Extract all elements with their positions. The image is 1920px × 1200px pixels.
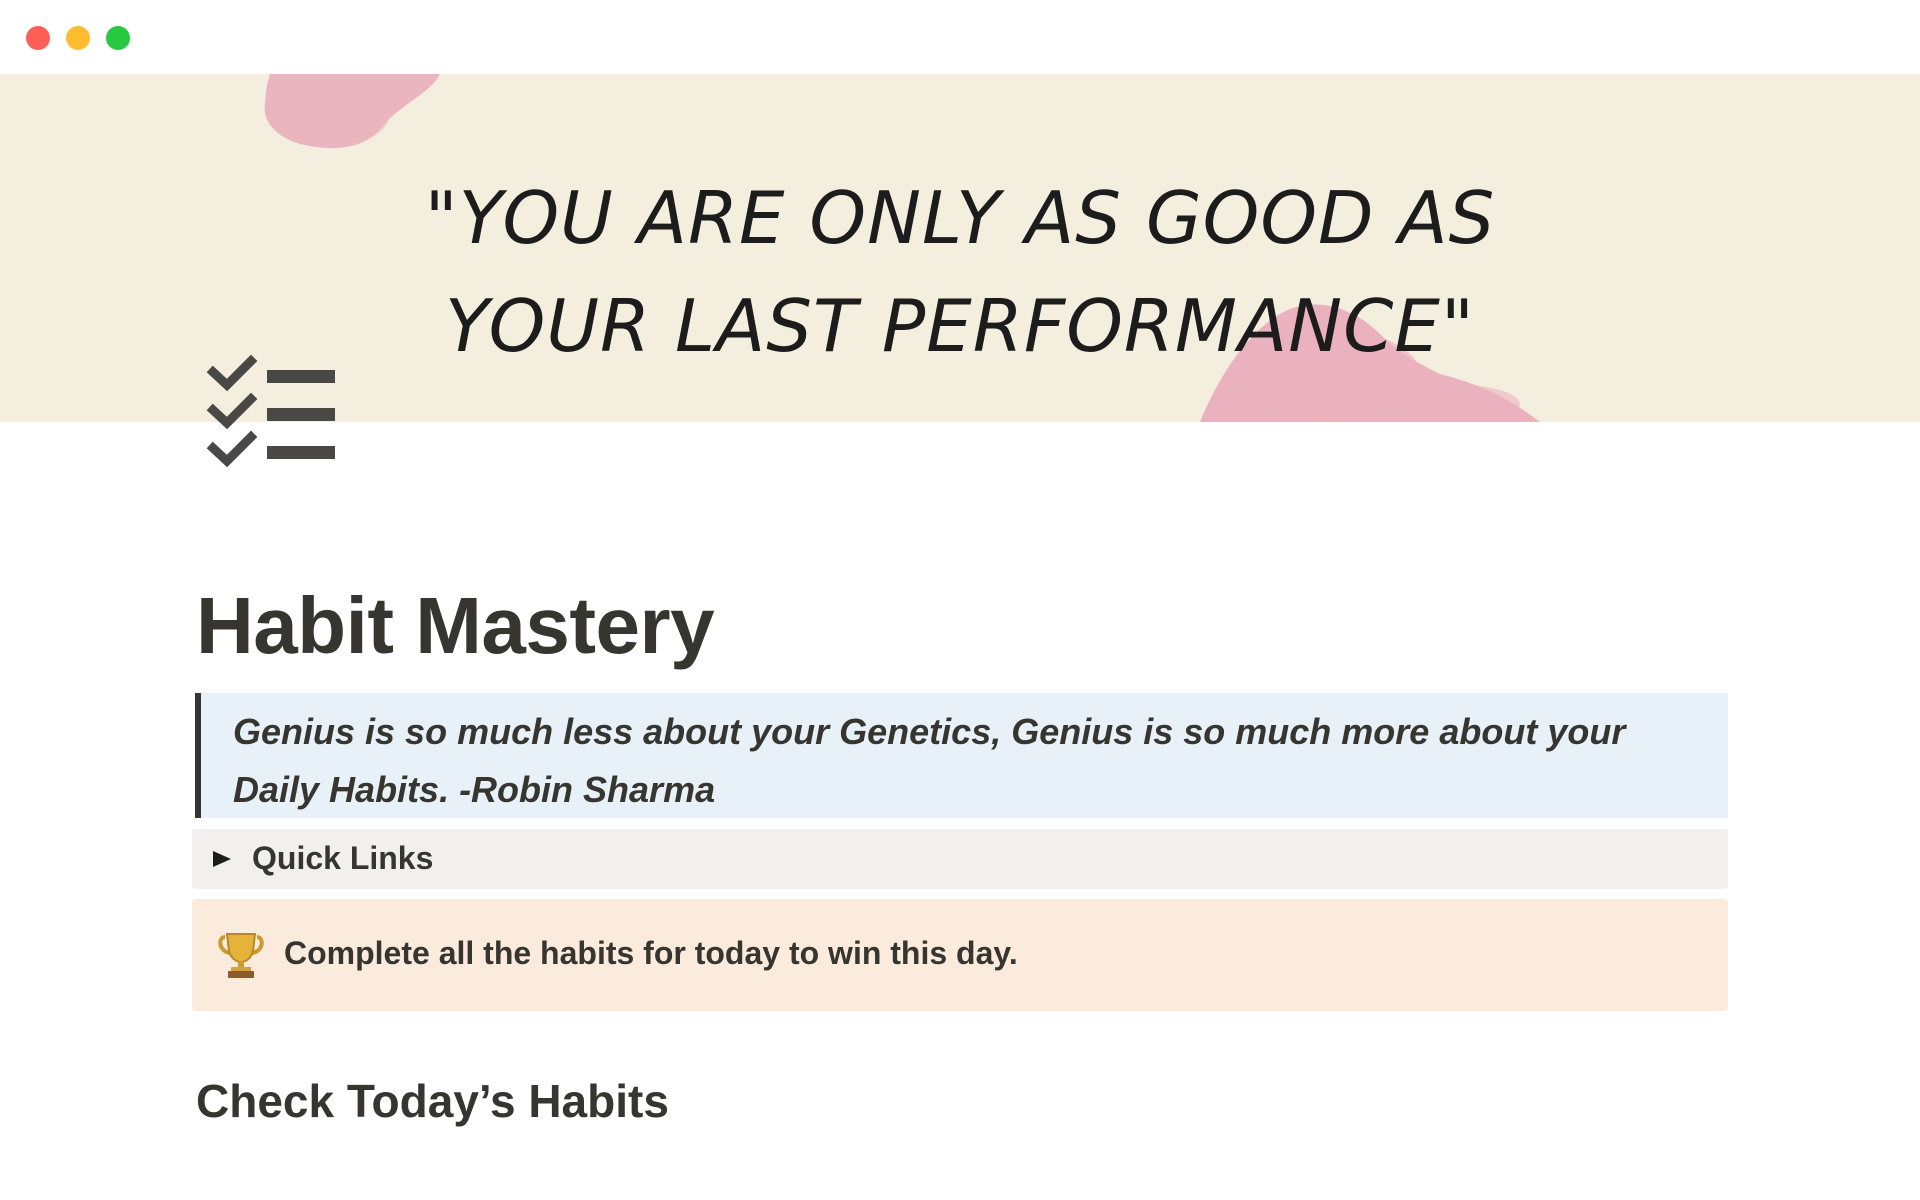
quick-links-toggle[interactable]: Quick Links — [192, 829, 1728, 889]
quote-text: Genius is so much less about your Geneti… — [233, 711, 1626, 810]
quote-block[interactable]: Genius is so much less about your Geneti… — [195, 693, 1728, 818]
section-heading[interactable]: Check Today’s Habits — [196, 1074, 669, 1128]
minimize-window-button[interactable] — [66, 26, 90, 50]
close-window-button[interactable] — [26, 26, 50, 50]
trophy-icon — [218, 933, 264, 978]
page-title[interactable]: Habit Mastery — [196, 580, 715, 672]
callout-block[interactable]: Complete all the habits for today to win… — [192, 899, 1728, 1011]
checklist-icon[interactable] — [205, 352, 339, 474]
cover-quote: "YOU ARE ONLY AS GOOD AS YOUR LAST PERFO… — [0, 164, 1920, 380]
callout-text: Complete all the habits for today to win… — [284, 935, 1018, 971]
cover-quote-line-1: "YOU ARE ONLY AS GOOD AS — [424, 176, 1496, 260]
triangle-right-icon[interactable] — [210, 845, 234, 873]
window-titlebar — [0, 0, 1920, 74]
zoom-window-button[interactable] — [106, 26, 130, 50]
quick-links-label: Quick Links — [252, 840, 434, 876]
